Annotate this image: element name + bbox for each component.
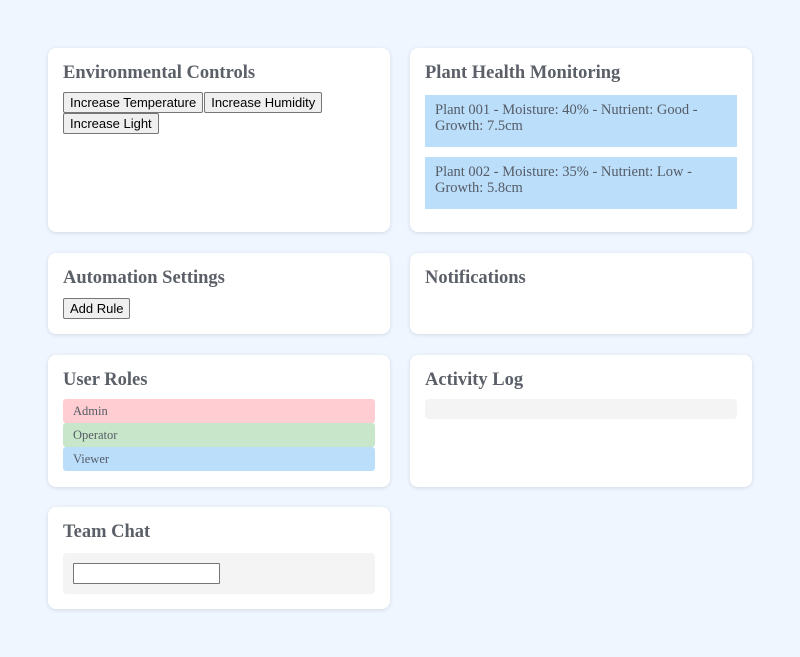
notifications-panel: Notifications [410, 253, 752, 334]
automation-settings-panel: Automation Settings Add Rule [48, 253, 390, 334]
role-admin: Admin [63, 399, 375, 423]
activity-log-title: Activity Log [425, 370, 524, 390]
plant-status-item: Plant 001 - Moisture: 40% - Nutrient: Go… [425, 95, 737, 147]
plant-status-item: Plant 002 - Moisture: 35% - Nutrient: Lo… [425, 157, 737, 209]
add-rule-button[interactable]: Add Rule [63, 298, 131, 319]
increase-humidity-button[interactable]: Increase Humidity [204, 92, 323, 113]
environmental-controls-panel: Environmental Controls Increase Temperat… [48, 48, 390, 232]
role-viewer: Viewer [63, 447, 375, 471]
chat-message-input[interactable] [73, 563, 220, 584]
notifications-title: Notifications [425, 268, 526, 288]
increase-light-button[interactable]: Increase Light [63, 113, 159, 134]
user-roles-panel: User Roles Admin Operator Viewer [48, 355, 390, 487]
plant-health-panel: Plant Health Monitoring Plant 001 - Mois… [410, 48, 752, 232]
activity-log-panel: Activity Log [410, 355, 752, 487]
increase-temperature-button[interactable]: Increase Temperature [63, 92, 204, 113]
team-chat-title: Team Chat [63, 522, 151, 542]
team-chat-panel: Team Chat [48, 507, 390, 609]
role-operator: Operator [63, 423, 375, 447]
user-roles-title: User Roles [63, 370, 148, 390]
automation-settings-title: Automation Settings [63, 268, 225, 288]
environmental-controls-title: Environmental Controls [63, 63, 256, 83]
plant-health-title: Plant Health Monitoring [425, 63, 621, 83]
team-chat-box [63, 553, 375, 594]
activity-log-list [425, 399, 737, 419]
environmental-controls-buttons: Increase Temperature Increase Humidity In… [63, 92, 375, 134]
